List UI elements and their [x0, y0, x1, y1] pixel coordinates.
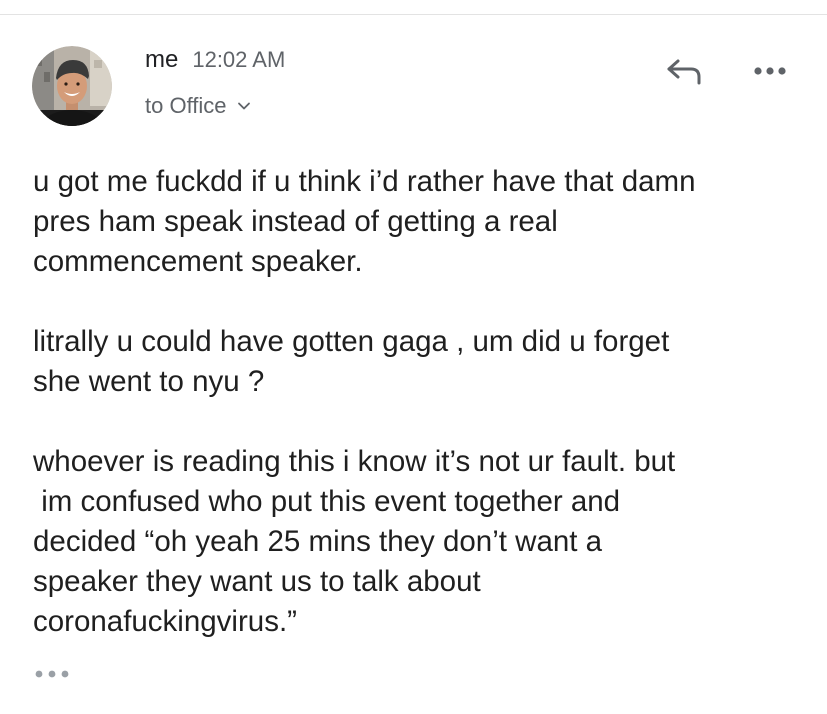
- top-divider: [0, 14, 827, 15]
- ellipsis-icon[interactable]: [33, 668, 71, 680]
- sender-name[interactable]: me: [145, 46, 178, 74]
- avatar-photo: [32, 46, 112, 126]
- recipient-toggle[interactable]: to Office: [145, 93, 251, 119]
- sender-avatar[interactable]: [32, 46, 112, 126]
- message-paragraph: litrally u could have gotten gaga , um d…: [33, 325, 670, 398]
- more-horizontal-icon[interactable]: [750, 64, 790, 78]
- recipient-label: to Office: [145, 93, 227, 118]
- sent-time: 12:02 AM: [192, 47, 286, 72]
- message-paragraph: whoever is reading this i know it’s not …: [33, 445, 676, 638]
- message-body: u got me fuckdd if u think i’d rather ha…: [33, 162, 823, 642]
- reply-arrow-icon[interactable]: [664, 56, 704, 86]
- chevron-down-icon: [237, 102, 250, 110]
- message-paragraph: u got me fuckdd if u think i’d rather ha…: [33, 165, 696, 278]
- sender-line: me 12:02 AM: [145, 46, 285, 76]
